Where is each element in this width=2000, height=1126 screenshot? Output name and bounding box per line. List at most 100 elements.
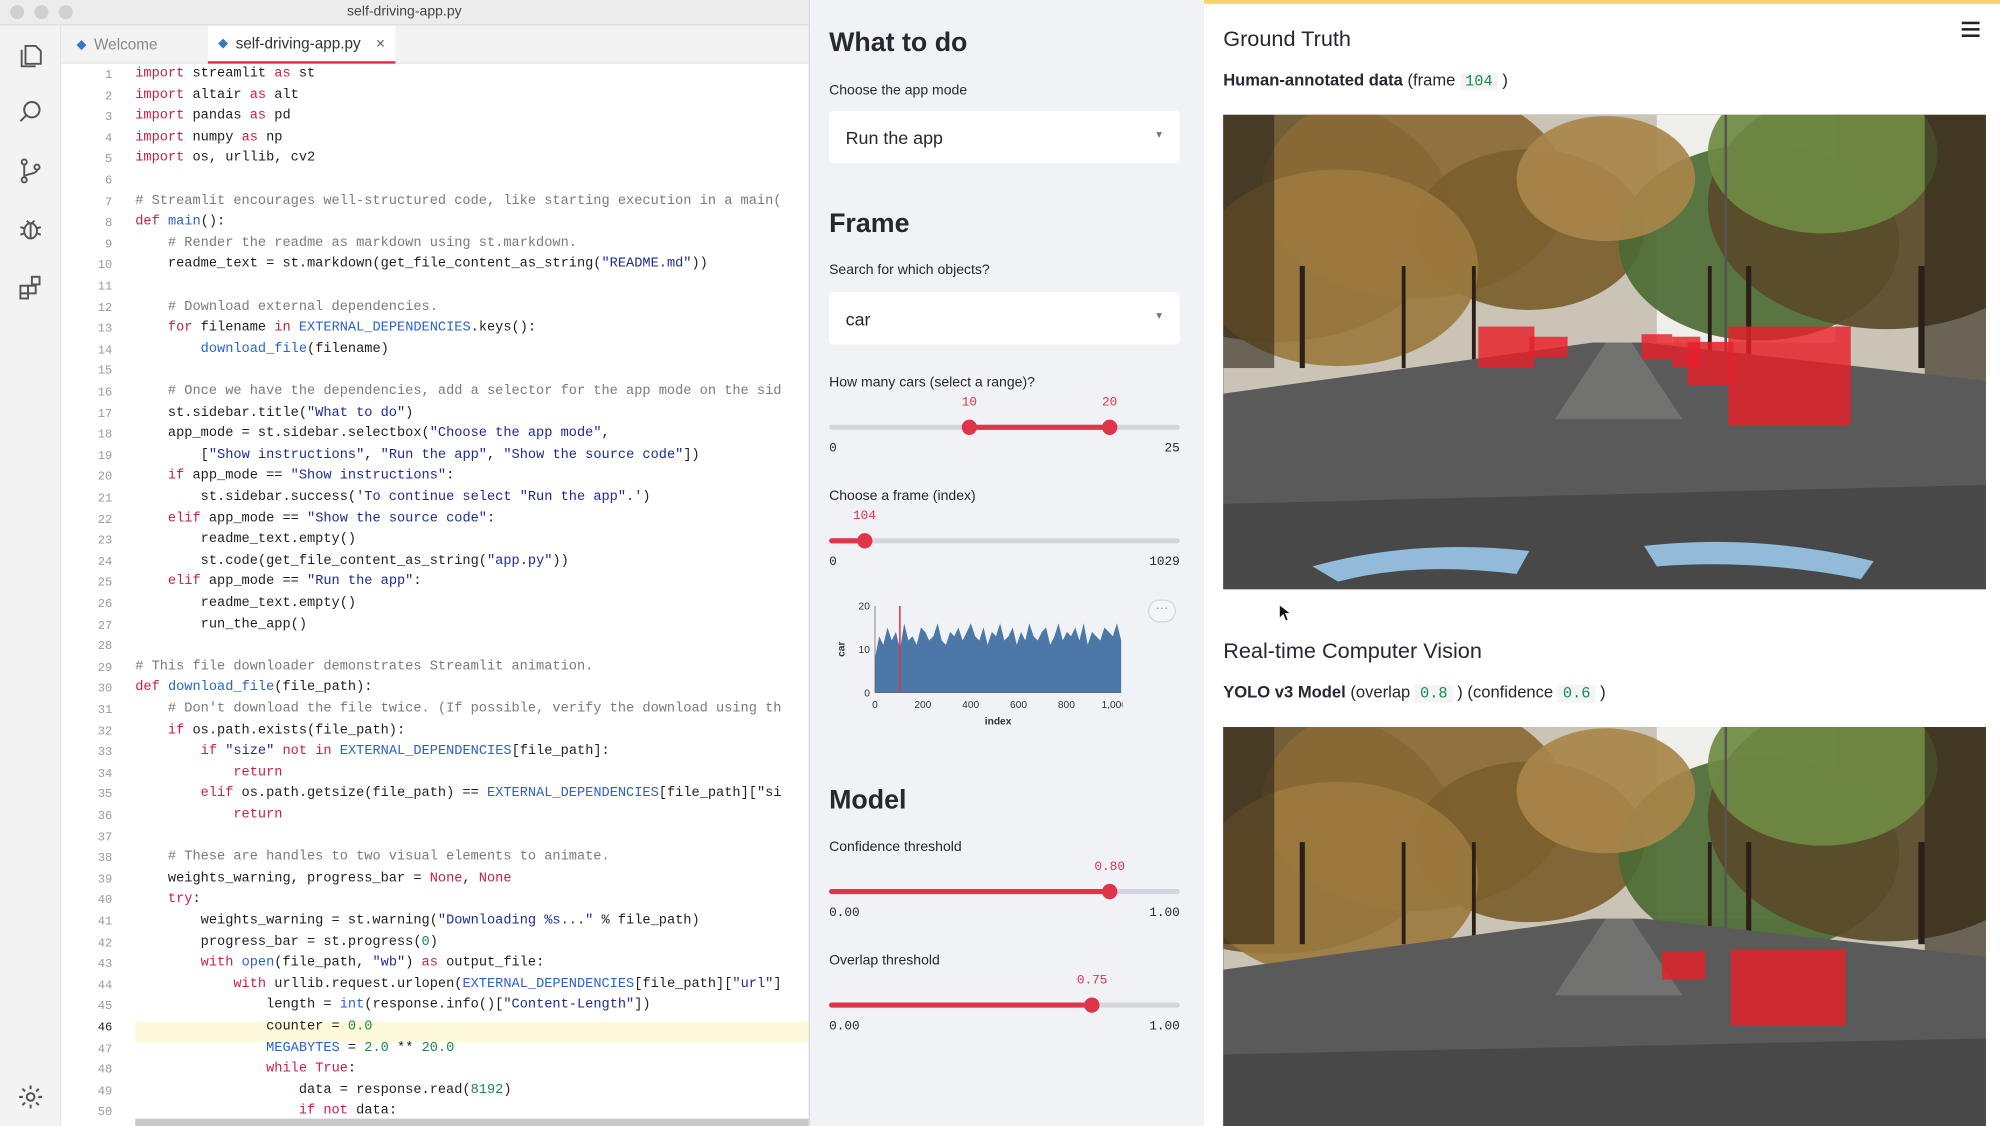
code-line[interactable]: MEGABYTES = 2.0 ** 20.0	[135, 1040, 454, 1055]
line-number: 30	[97, 681, 113, 696]
line-number: 40	[97, 893, 113, 908]
code-line[interactable]: weights_warning, progress_bar = None, No…	[135, 871, 512, 886]
vscode-icon: ◆	[76, 37, 87, 52]
slider-handle[interactable]	[1102, 883, 1118, 900]
tab-welcome[interactable]: ◆ Welcome	[66, 26, 167, 64]
frame-histogram-chart: 0 200 400 600 800 1,000 0 10 20 index car	[836, 602, 1122, 728]
code-line[interactable]: import altair as alt	[135, 87, 299, 102]
app-mode-select[interactable]: Run the app ▾	[829, 110, 1180, 164]
streamlit-sidebar: What to do Choose the app mode Run the a…	[808, 0, 1205, 1126]
slider-low-value: 10	[961, 396, 978, 411]
y-tick-label: 0	[864, 688, 870, 699]
line-number: 33	[97, 745, 113, 760]
code-line[interactable]: import streamlit as st	[135, 66, 315, 81]
bounding-box	[1687, 341, 1734, 386]
slider-handle[interactable]	[856, 533, 873, 549]
code-line[interactable]: import os, urllib, cv2	[135, 151, 315, 166]
horizontal-scrollbar[interactable]	[135, 1118, 809, 1126]
code-line[interactable]: st.sidebar.title("What to do")	[135, 405, 413, 420]
code-line[interactable]: app_mode = st.sidebar.selectbox("Choose …	[135, 426, 610, 441]
settings-gear-icon[interactable]	[15, 1082, 46, 1113]
code-line[interactable]: for filename in EXTERNAL_DEPENDENCIES.ke…	[135, 320, 536, 335]
slider-handle[interactable]	[1084, 997, 1100, 1013]
slider-fill	[969, 424, 1110, 430]
slider-track[interactable]	[829, 538, 1180, 544]
debug-icon[interactable]	[15, 214, 46, 245]
slider-fill	[829, 1002, 1093, 1008]
line-number: 15	[97, 364, 113, 379]
hamburger-menu-icon[interactable]	[1961, 21, 1980, 40]
code-line[interactable]: # Streamlit encourages well-structured c…	[135, 193, 781, 208]
code-line[interactable]: elif app_mode == "Run the app":	[135, 574, 422, 589]
line-number: 47	[97, 1041, 113, 1056]
slider-high-handle[interactable]	[1102, 419, 1118, 435]
line-number: 42	[97, 935, 113, 950]
source-control-icon[interactable]	[15, 156, 46, 187]
line-number: 22	[97, 512, 113, 527]
code-line[interactable]: weights_warning = st.warning("Downloadin…	[135, 913, 700, 928]
line-number: 9	[104, 236, 113, 252]
code-line[interactable]: # This file downloader demonstrates Stre…	[135, 659, 593, 674]
code-line[interactable]: return	[135, 807, 282, 822]
code-line[interactable]: # Download external dependencies.	[135, 299, 438, 314]
code-line[interactable]: return	[135, 765, 282, 780]
overlap-code: 0.8	[1414, 684, 1453, 703]
code-editor[interactable]: 1 import streamlit as st 2 import altair as…	[61, 63, 809, 1126]
code-line[interactable]: st.sidebar.success('To continue select "…	[135, 490, 651, 505]
line-number: 17	[97, 406, 113, 421]
code-line[interactable]: readme_text.empty()	[135, 532, 356, 547]
code-line[interactable]: if "size" not in EXTERNAL_DEPENDENCIES[f…	[135, 744, 610, 759]
close-tab-icon[interactable]: ×	[376, 34, 385, 52]
code-line[interactable]: run_the_app()	[135, 617, 307, 632]
line-number: 6	[104, 173, 113, 188]
code-line[interactable]: if not data:	[135, 1104, 397, 1119]
line-number: 5	[104, 152, 113, 167]
code-line[interactable]: ["Show instructions", "Run the app", "Sh…	[135, 447, 700, 462]
tree-trunk	[1471, 266, 1476, 369]
line-number: 11	[97, 279, 113, 294]
code-line[interactable]: # Render the readme as markdown using st…	[135, 236, 577, 251]
code-line[interactable]: # These are handles to two visual elemen…	[135, 850, 610, 865]
code-line[interactable]: with urllib.request.urlopen(EXTERNAL_DEP…	[135, 977, 781, 992]
line-number: 4	[104, 131, 113, 146]
line-number: 26	[97, 596, 113, 611]
code-line[interactable]: st.code(get_file_content_as_string("app.…	[135, 553, 569, 568]
utility-pole	[1724, 727, 1728, 932]
files-icon[interactable]	[15, 41, 46, 72]
code-line[interactable]: readme_text.empty()	[135, 596, 356, 611]
search-icon[interactable]	[15, 97, 46, 128]
code-line[interactable]: try:	[135, 892, 201, 907]
extensions-icon[interactable]	[15, 273, 46, 304]
code-line[interactable]: # Once we have the dependencies, add a s…	[135, 384, 782, 399]
code-line[interactable]: if os.path.exists(file_path):	[135, 723, 405, 738]
code-line[interactable]: progress_bar = st.progress(0)	[135, 934, 438, 949]
chart-more-menu-button[interactable]: ···	[1147, 599, 1177, 623]
slider-low-handle[interactable]	[961, 419, 978, 435]
code-line[interactable]: def download_file(file_path):	[135, 680, 372, 695]
code-line[interactable]: readme_text = st.markdown(get_file_conte…	[135, 257, 708, 272]
code-line[interactable]: import numpy as np	[135, 130, 282, 145]
tree-trunk	[1918, 266, 1925, 369]
code-line[interactable]: download_file(filename)	[135, 342, 389, 357]
slider-max-label: 1.00	[1149, 1020, 1180, 1035]
code-line[interactable]: import pandas as pd	[135, 109, 290, 124]
right-foliage-shade	[1924, 114, 1986, 381]
slider-value: 104	[853, 510, 876, 525]
code-line[interactable]: # Don't download the file twice. (If pos…	[135, 702, 782, 717]
code-line[interactable]: length = int(response.info()["Content-Le…	[135, 998, 651, 1013]
code-line[interactable]: elif app_mode == "Show the source code":	[135, 511, 495, 526]
code-line[interactable]: data = response.read(8192)	[135, 1083, 512, 1098]
code-line[interactable]: def main():	[135, 215, 225, 230]
code-line[interactable]: if app_mode == "Show instructions":	[135, 469, 454, 484]
line-number: 41	[97, 914, 113, 929]
x-tick-label: 400	[962, 700, 979, 711]
code-line[interactable]: with open(file_path, "wb") as output_fil…	[135, 956, 545, 971]
objects-select[interactable]: car ▾	[829, 292, 1180, 345]
model-heading: Model	[829, 785, 907, 816]
code-line[interactable]: while True:	[135, 1061, 356, 1076]
code-line[interactable]: elif os.path.getsize(file_path) == EXTER…	[135, 786, 782, 801]
utility-pole	[1724, 114, 1728, 356]
code-line[interactable]: counter = 0.0	[135, 1019, 372, 1034]
slider-min-label: 0.00	[829, 906, 860, 921]
tab-self-driving-app[interactable]: ◆ self-driving-app.py ×	[207, 25, 396, 64]
